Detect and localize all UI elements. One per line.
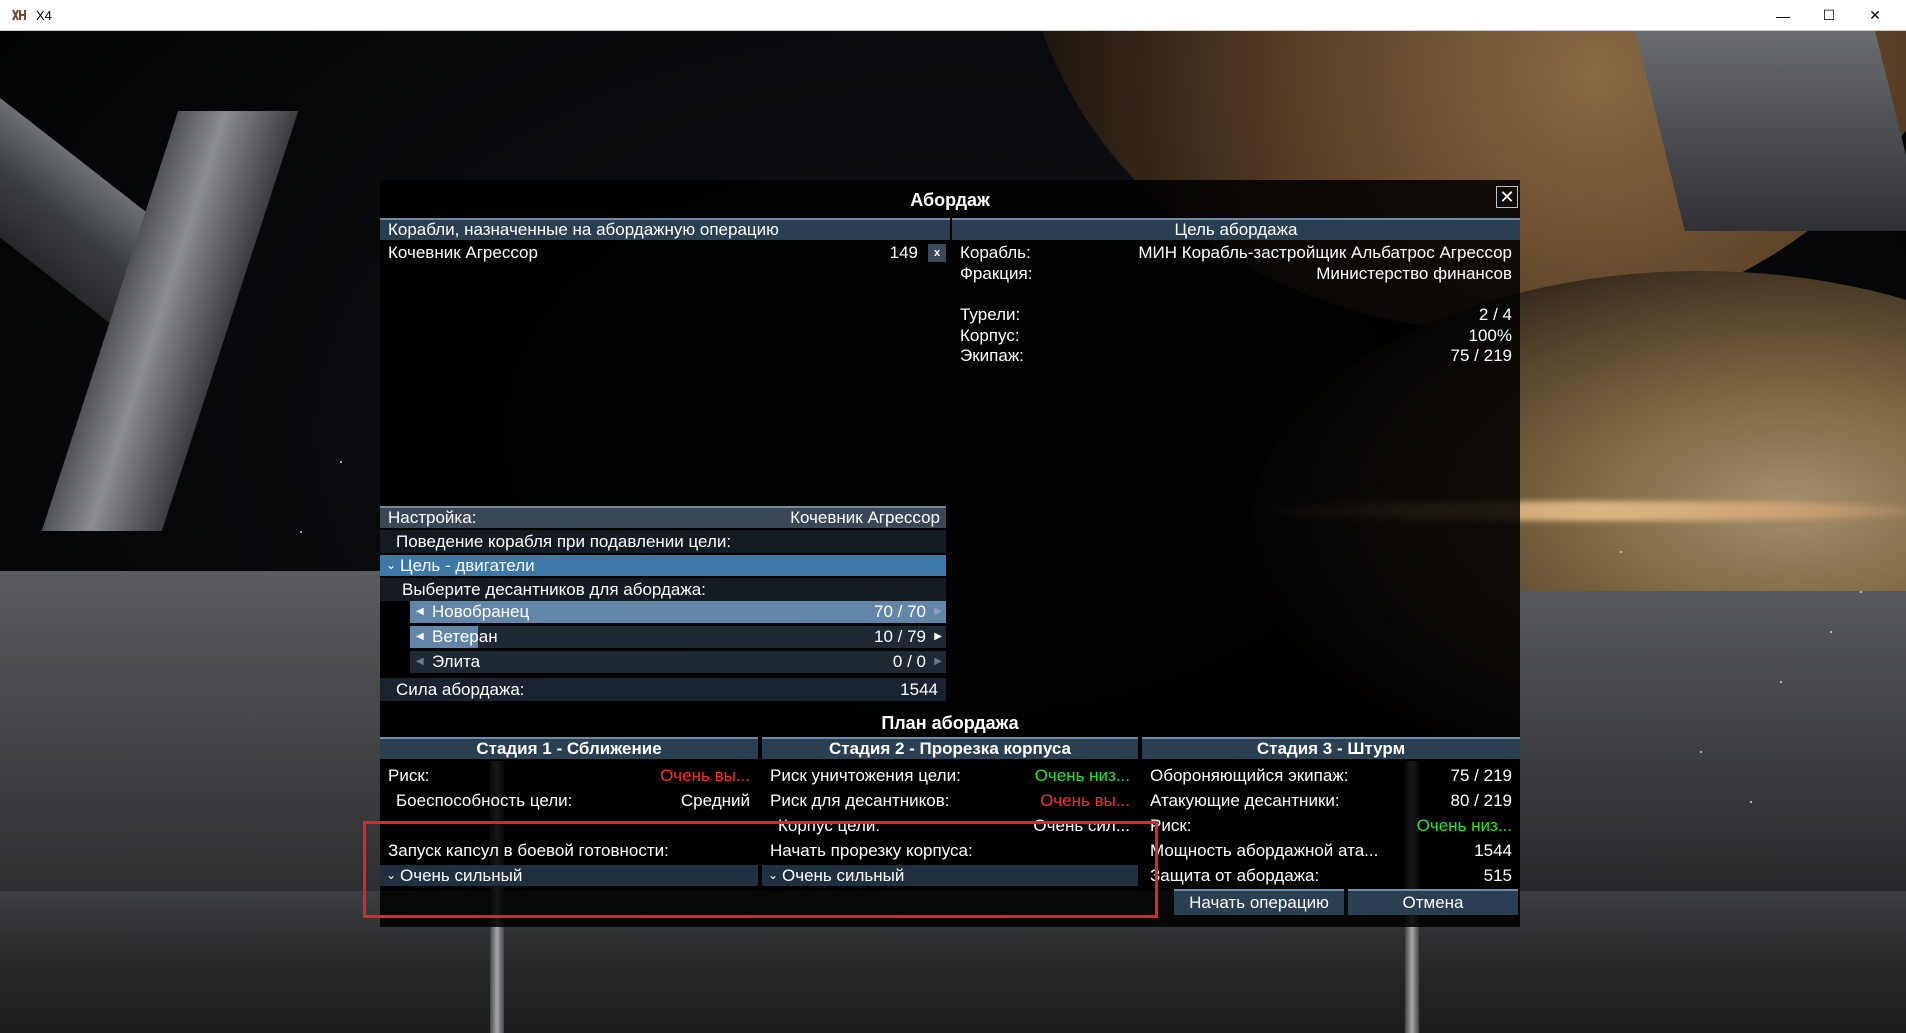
stage2-destroy-label: Риск уничтожения цели: (770, 766, 961, 785)
maximize-button[interactable]: ☐ (1806, 0, 1852, 31)
stage3-attacking-value: 80 / 219 (1450, 791, 1512, 810)
star (1860, 591, 1862, 593)
behavior-label: Поведение корабля при подавлении цели: (396, 532, 732, 551)
marine-slider-recruit[interactable]: ◀ Новобранец 70 / 70 ▶ (410, 601, 946, 623)
stage1-combat-row: Боеспособность цели: Средний (380, 789, 758, 812)
marine-slider-elite[interactable]: ◀ Элита 0 / 0 ▶ (410, 651, 946, 673)
choose-marines-row: Выберите десантников для абордажа: (380, 578, 946, 601)
chevron-down-icon: ⌄ (386, 558, 397, 572)
stage3-risk-value: Очень низ... (1416, 816, 1512, 835)
target-ship-value: МИН Корабль-застройщик Альбатрос Агрессо… (1138, 243, 1512, 262)
stage2-destroy-value: Очень низ... (1034, 766, 1130, 785)
star (340, 461, 342, 463)
stage3-defending-row: Обороняющийся экипаж: 75 / 219 (1142, 764, 1520, 787)
stage3-defense-label: Защита от абордажа: (1150, 866, 1320, 885)
stage2-marine-risk-row: Риск для десантников: Очень вы... (762, 789, 1138, 812)
cockpit-frame (1520, 591, 1906, 891)
stage3-header: Стадия 3 - Штурм (1142, 737, 1520, 759)
target-ship-label: Корабль: (960, 243, 1031, 262)
stage2-header: Стадия 2 - Прорезка корпуса (762, 737, 1138, 759)
stage2-destroy-row: Риск уничтожения цели: Очень низ... (762, 764, 1138, 787)
star (1750, 801, 1752, 803)
stage3-attacking-row: Атакующие десантники: 80 / 219 (1142, 789, 1520, 812)
window-close-button[interactable]: ✕ (1852, 0, 1898, 31)
assigned-ship-row[interactable]: Кочевник Агрессор 149 x (380, 241, 950, 264)
start-operation-button[interactable]: Начать операцию (1174, 889, 1344, 915)
window-title: X4 (36, 7, 52, 23)
stage2-marine-risk-label: Риск для десантников: (770, 791, 950, 810)
marine-slider-veteran[interactable]: ◀ Ветеран 10 / 79 ▶ (410, 626, 946, 648)
stage1-risk-row: Риск: Очень вы... (380, 764, 758, 787)
star (1700, 751, 1702, 753)
target-ship-row: Корабль: МИН Корабль-застройщик Альбатро… (952, 241, 1520, 264)
target-crew-label: Экипаж: (960, 346, 1024, 365)
boarding-strength-row: Сила абордажа: 1544 (380, 678, 946, 701)
arrow-left-icon[interactable]: ◀ (416, 601, 424, 623)
stage3-power-value: 1544 (1474, 841, 1512, 860)
marine-name: Элита (432, 652, 481, 671)
behavior-row: Поведение корабля при подавлении цели: (380, 530, 946, 553)
target-crew-row: Экипаж: 75 / 219 (952, 344, 1520, 367)
stage3-attacking-label: Атакующие десантники: (1150, 791, 1340, 810)
marine-value: 0 / 0 (892, 652, 926, 671)
stage1-risk-value: Очень вы... (660, 766, 750, 785)
assigned-ships-header: Корабли, назначенные на абордажную опера… (380, 218, 950, 240)
remove-ship-button[interactable]: x (928, 244, 946, 262)
arrow-right-icon[interactable]: ▶ (934, 601, 942, 623)
star (1620, 551, 1622, 553)
stage1-combat-label: Боеспособность цели: (396, 791, 573, 810)
boarding-strength-value: 1544 (900, 680, 938, 699)
assigned-ship-count: 149 (889, 243, 918, 262)
settings-ship: Кочевник Агрессор (790, 508, 940, 527)
target-header: Цель абордажа (952, 218, 1520, 240)
stage3-defense-row: Защита от абордажа: 515 (1142, 864, 1520, 887)
target-faction-label: Фракция: (960, 264, 1033, 283)
arrow-left-icon[interactable]: ◀ (416, 626, 424, 648)
target-turrets-label: Турели: (960, 305, 1021, 324)
stage3-defending-value: 75 / 219 (1450, 766, 1512, 785)
dialog-title: Абордаж (910, 190, 990, 210)
target-faction-value: Министерство финансов (1316, 264, 1512, 283)
behavior-value: Цель - двигатели (400, 556, 535, 575)
marine-name: Ветеран (432, 627, 498, 646)
target-faction-row: Фракция: Министерство финансов (952, 262, 1520, 285)
marine-value: 70 / 70 (874, 602, 926, 621)
marine-name: Новобранец (432, 602, 530, 621)
stage1-risk-label: Риск: (388, 766, 430, 785)
arrow-left-icon[interactable]: ◀ (416, 651, 424, 673)
star (300, 531, 302, 533)
arrow-right-icon[interactable]: ▶ (934, 626, 942, 648)
minimize-button[interactable]: — (1760, 0, 1806, 31)
star (1780, 681, 1782, 683)
app-icon (10, 6, 28, 24)
dialog-close-button[interactable]: ✕ (1496, 186, 1518, 208)
plan-title: План абордажа (881, 713, 1019, 733)
target-crew-value: 75 / 219 (1450, 346, 1512, 365)
cancel-button[interactable]: Отмена (1348, 889, 1518, 915)
highlight-box (363, 821, 1158, 918)
stage3-power-label: Мощность абордажной ата... (1150, 841, 1379, 860)
marine-value: 10 / 79 (874, 627, 926, 646)
window-titlebar: X4 — ☐ ✕ (0, 0, 1906, 31)
arrow-right-icon[interactable]: ▶ (934, 651, 942, 673)
stage1-header: Стадия 1 - Сближение (380, 737, 758, 759)
target-turrets-row: Турели: 2 / 4 (952, 303, 1520, 326)
stage3-defense-value: 515 (1483, 866, 1512, 885)
stage3-power-row: Мощность абордажной ата... 1544 (1142, 839, 1520, 862)
settings-label: Настройка: (388, 508, 477, 527)
behavior-dropdown[interactable]: ⌄ Цель - двигатели (380, 555, 946, 576)
stage1-combat-value: Средний (680, 791, 750, 810)
stage2-marine-risk-value: Очень вы... (1040, 791, 1130, 810)
target-turrets-value: 2 / 4 (1478, 305, 1512, 324)
choose-marines-label: Выберите десантников для абордажа: (402, 580, 706, 599)
assigned-ship-name: Кочевник Агрессор (388, 243, 538, 262)
settings-header: Настройка: Кочевник Агрессор (380, 506, 946, 528)
star (1830, 631, 1832, 633)
stage3-risk-row: Риск: Очень низ... (1142, 814, 1520, 837)
boarding-strength-label: Сила абордажа: (396, 680, 525, 699)
cockpit-frame (0, 571, 380, 901)
stage3-defending-label: Обороняющийся экипаж: (1150, 766, 1349, 785)
boarding-dialog: Абордаж ✕ Корабли, назначенные на аборда… (380, 180, 1520, 927)
